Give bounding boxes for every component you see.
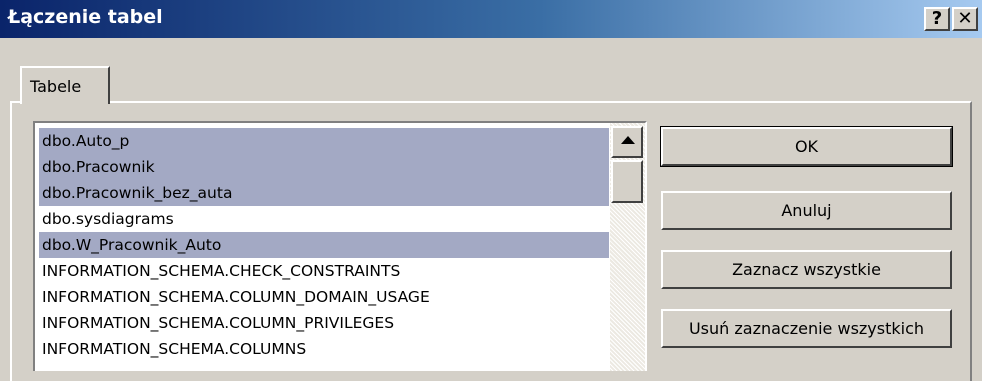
close-icon: ✕ (957, 8, 973, 29)
list-item[interactable]: INFORMATION_SCHEMA.CHECK_CONSTRAINTS (39, 258, 609, 284)
scroll-thumb[interactable] (611, 160, 643, 203)
list-item[interactable]: INFORMATION_SCHEMA.COLUMN_PRIVILEGES (39, 310, 609, 336)
scroll-up-button[interactable] (611, 126, 643, 158)
tables-listbox[interactable]: dbo.Auto_p dbo.Pracownik dbo.Pracownik_b… (33, 121, 647, 371)
list-item[interactable]: dbo.Pracownik (39, 154, 609, 180)
list-item[interactable]: INFORMATION_SCHEMA.COLUMNS (39, 336, 609, 362)
scroll-up-arrow-icon (621, 136, 635, 144)
title-bar[interactable]: Łączenie tabel ? ✕ (0, 0, 982, 38)
list-item[interactable]: dbo.Auto_p (39, 128, 609, 154)
list-item[interactable]: dbo.W_Pracownik_Auto (39, 232, 609, 258)
deselect-all-button[interactable]: Usuń zaznaczenie wszystkich (661, 309, 952, 348)
list-item[interactable]: INFORMATION_SCHEMA.COLUMN_DOMAIN_USAGE (39, 284, 609, 310)
list-item[interactable]: dbo.Pracownik_bez_auta (39, 180, 609, 206)
tab-tabele[interactable]: Tabele (20, 66, 110, 104)
help-icon: ? (931, 8, 943, 29)
help-button[interactable]: ? (924, 7, 950, 31)
ok-button[interactable]: OK (660, 126, 953, 167)
window-title: Łączenie tabel (8, 6, 163, 28)
list-items: dbo.Auto_p dbo.Pracownik dbo.Pracownik_b… (39, 128, 609, 362)
select-all-button[interactable]: Zaznacz wszystkie (661, 250, 952, 289)
close-button[interactable]: ✕ (952, 7, 978, 31)
vertical-scrollbar[interactable] (610, 123, 645, 371)
cancel-button[interactable]: Anuluj (661, 191, 952, 230)
tab-label: Tabele (30, 77, 82, 96)
list-item[interactable]: dbo.sysdiagrams (39, 206, 609, 232)
